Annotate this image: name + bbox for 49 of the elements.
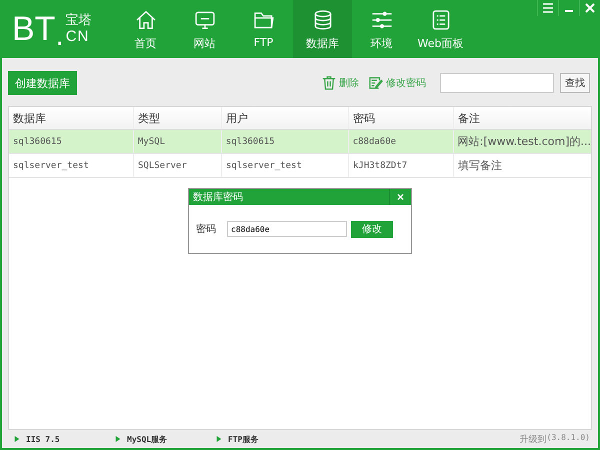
table-cell: kJH3t8ZDt7 [349,154,454,177]
logo-text: CN [66,29,90,45]
table-cell: c88da60e [348,130,454,153]
service-label[interactable]: IIS 7.5 [26,434,60,444]
table-cell: sqlserver_test [9,154,134,177]
nav-tab[interactable]: 首页 [116,0,175,58]
nav-tab[interactable]: Web面板 [411,0,470,58]
play-icon [216,435,222,443]
play-icon [115,435,121,443]
nav-tab[interactable]: 网站 [175,0,234,58]
search-field[interactable] [440,73,554,93]
nav-tab[interactable]: 环境 [352,0,411,58]
dialog-title: 数据库密码 [192,190,243,204]
delete-button[interactable]: 删除 [322,76,359,90]
table-row[interactable]: sql360615 MySQL sql360615 c88da60e 网站:[www.test.com]的... [9,130,591,154]
search-button[interactable]: 查找 [560,73,590,93]
play-icon [14,435,20,443]
table-cell: sql360615 [222,130,349,153]
logo-dot: . [55,24,64,50]
edit-icon [369,76,383,90]
column-header: 密码 [349,107,454,129]
column-header: 数据库 [9,107,134,129]
table-cell: MySQL [134,130,222,153]
table-cell: SQLServer [134,154,222,177]
column-header: 类型 [134,107,222,129]
monitor-icon [194,9,216,31]
service-label[interactable]: MySQL服务 [127,434,168,444]
column-header: 备注 [457,110,481,126]
password-field[interactable]: c88da60e [227,221,347,237]
table-cell: sqlserver_test [222,154,349,177]
modify-button[interactable]: 修改 [351,220,393,238]
nav-tab[interactable]: 数据库 [293,0,352,58]
change-password-button[interactable]: 修改密码 [369,76,426,90]
logo-text: 宝塔 [66,13,92,29]
column-header: 用户 [222,107,349,129]
create-database-button[interactable]: 创建数据库 [8,71,77,95]
table-cell-text: 网站:[www.test.com]的... [456,134,591,150]
sliders-icon [370,9,392,31]
upgrade-label[interactable]: 升级到 [520,432,547,446]
version-text: (3.8.1.0) [546,432,590,444]
service-label[interactable]: FTP服务 [228,434,258,444]
logo-text: BT [12,12,56,46]
field-label: 密码 [196,222,217,236]
table-row[interactable]: sqlserver_test SQLServer sqlserver_test kJH3t8ZDt7 填写备注 [9,154,591,178]
table-cell: sql360615 [9,130,134,153]
trash-icon [322,76,336,90]
house-icon [134,9,156,31]
table-cell-text: 填写备注 [457,158,503,174]
nav-tab[interactable]: FTP [234,0,293,58]
